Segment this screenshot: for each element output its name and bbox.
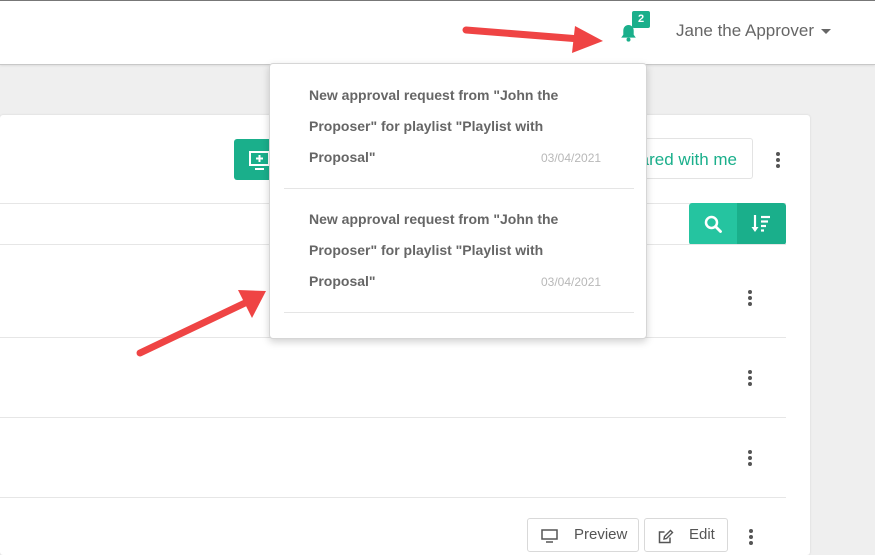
user-menu[interactable]: Jane the Approver bbox=[676, 21, 831, 41]
notifications-count-badge: 2 bbox=[632, 11, 650, 28]
row-options-icon[interactable] bbox=[744, 290, 756, 308]
notification-text: New approval request from "John the Prop… bbox=[309, 211, 559, 289]
top-border bbox=[0, 0, 875, 1]
top-bar: 2 Jane the Approver bbox=[0, 0, 875, 65]
sort-descending-icon bbox=[751, 215, 770, 232]
more-options-icon[interactable] bbox=[772, 152, 784, 170]
notifications-dropdown: New approval request from "John the Prop… bbox=[269, 63, 647, 339]
edit-icon bbox=[658, 529, 674, 544]
sort-button[interactable] bbox=[737, 203, 786, 245]
row-options-icon[interactable] bbox=[744, 370, 756, 388]
search-button[interactable] bbox=[689, 203, 737, 245]
caret-down-icon bbox=[820, 29, 831, 35]
notification-divider bbox=[284, 188, 634, 189]
user-name: Jane the Approver bbox=[676, 21, 814, 40]
notification-item[interactable]: New approval request from "John the Prop… bbox=[284, 80, 634, 189]
notification-text: New approval request from "John the Prop… bbox=[309, 87, 559, 165]
row-options-icon[interactable] bbox=[744, 450, 756, 468]
notification-item[interactable]: New approval request from "John the Prop… bbox=[284, 204, 634, 313]
notification-date: 03/04/2021 bbox=[541, 275, 602, 289]
notification-divider bbox=[284, 312, 634, 313]
divider bbox=[0, 497, 786, 498]
monitor-icon bbox=[541, 529, 558, 543]
row-options-icon[interactable] bbox=[745, 529, 757, 547]
notification-date: 03/04/2021 bbox=[541, 151, 602, 165]
preview-label: Preview bbox=[574, 526, 628, 543]
edit-label: Edit bbox=[689, 526, 715, 543]
divider bbox=[0, 417, 786, 418]
search-icon bbox=[704, 215, 722, 233]
